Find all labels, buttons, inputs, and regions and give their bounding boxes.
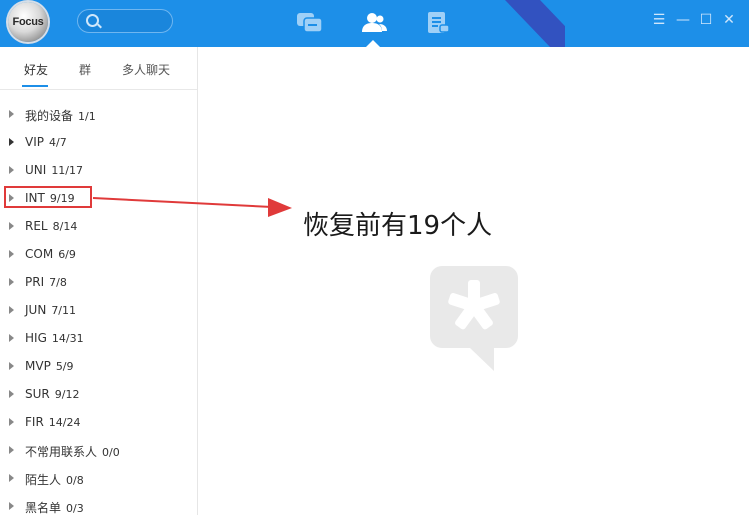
empty-state-logo-icon	[430, 266, 518, 371]
annotation-text: 恢复前有19个人	[303, 211, 493, 241]
annotation-arrow	[92, 197, 292, 217]
